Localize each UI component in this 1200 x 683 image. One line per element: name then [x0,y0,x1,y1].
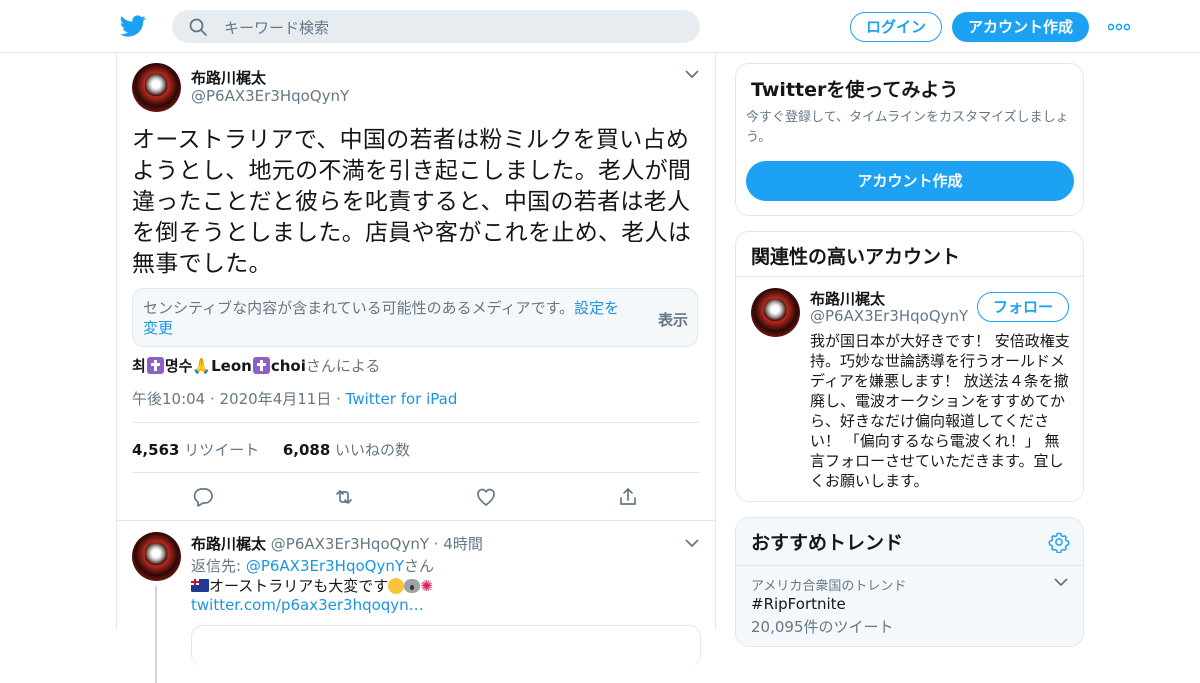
search-icon [189,18,207,36]
media-credit: 최 명수🙏Leon choiさんによる [132,355,380,376]
avatar[interactable] [132,63,181,112]
divider [117,520,715,521]
related-card-title: 関連性の高いアカウント [751,246,961,268]
retweet-icon[interactable] [333,486,355,508]
related-account-bio: 我が国日本が大好きです！ 安倍政権支持。巧妙な世論誘導を行うオールドメディアを嫌… [810,332,1070,490]
related-account-handle[interactable]: @P6AX3Er3HqoQynY [810,307,968,325]
australia-flag-icon [191,579,209,592]
like-label[interactable]: いいねの数 [335,441,410,459]
trend-context: アメリカ合衆国のトレンド [751,579,907,594]
credit-name-part[interactable]: choi [271,357,306,375]
related-accounts-card: 関連性の高いアカウント 布路川梶太 @P6AX3Er3HqoQynY フォロー … [735,231,1084,502]
reply-author-name[interactable]: 布路川梶太 [191,535,266,553]
sensitive-media-notice: センシティブな内容が含まれている可能性のあるメディアです。設定を変更 表示 [132,288,698,347]
avatar[interactable] [132,532,181,581]
author-handle[interactable]: @P6AX3Er3HqoQynY [191,87,349,105]
divider [736,565,1083,566]
credit-name-part[interactable]: 최 [132,357,146,375]
create-account-button[interactable]: アカウント作成 [746,161,1074,201]
credit-name-part[interactable]: Leon [211,357,252,375]
reply-to-handle[interactable]: @P6AX3Er3HqoQynY [246,557,404,575]
divider [736,276,1083,277]
media-card[interactable] [191,625,701,666]
avatar[interactable] [751,288,800,337]
trend-name[interactable]: #RipFortnite [751,595,846,613]
divider [132,472,700,473]
search-bar[interactable] [172,10,700,45]
like-count[interactable]: 6,088 [283,441,330,459]
reply-link[interactable]: twitter.com/p6ax3er3hqoqyn… [191,596,424,614]
signup-card-subtitle: 今すぐ登録して、タイムラインをカスタマイズしましょう。 [746,110,1069,145]
reply-body: オーストラリアも大変です [209,577,389,595]
author-name[interactable]: 布路川梶太 [191,67,266,88]
cross-emoji-icon [252,357,270,374]
more-icon[interactable] [1108,23,1130,31]
praying-hands-emoji-icon: 🙏 [192,357,212,375]
client-link[interactable]: Twitter for iPad [346,390,458,408]
like-icon[interactable] [475,486,497,508]
credit-suffix: さんによる [305,357,381,375]
top-bar: ログイン アカウント作成 [0,0,1200,53]
tweet-stats: 4,563 リツイート 6,088 いいねの数 [132,439,410,460]
koala-emoji-icon [404,579,421,593]
related-account-name[interactable]: 布路川梶太 [810,288,885,309]
show-media-button[interactable]: 表示 [658,309,688,330]
timestamp[interactable]: 午後10:04 · 2020年4月11日 [132,390,331,408]
reply-to-prefix: 返信先: [191,557,246,575]
chevron-down-icon[interactable] [685,70,699,79]
reply-time[interactable]: · 4時間 [429,535,483,553]
trend-count: 20,095件のツイート [751,618,894,636]
login-button[interactable]: ログイン [850,12,942,42]
tweet-text: オーストラリアで、中国の若者は粉ミルクを買い占めようとし、地元の不満を引き起こし… [132,127,692,277]
reply-to-line: 返信先: @P6AX3Er3HqoQynYさん [191,555,434,576]
follow-button[interactable]: フォロー [977,292,1069,322]
reply-icon[interactable] [192,486,214,508]
reply-author-handle[interactable]: @P6AX3Er3HqoQynY [271,535,429,553]
trends-card: おすすめトレンド アメリカ合衆国のトレンド #RipFortnite 20,09… [735,517,1084,647]
search-input[interactable] [222,10,686,45]
reply-text: オーストラリアも大変です ✺ [191,575,433,596]
tweet-column: 布路川梶太 @P6AX3Er3HqoQynY オーストラリアで、中国の若者は粉ミ… [116,53,716,683]
worried-face-emoji-icon [388,578,405,594]
meta-separator: · [331,390,346,408]
signup-card-title: Twitterを使ってみよう [751,79,959,101]
gear-icon[interactable] [1048,531,1070,553]
signup-card: Twitterを使ってみよう 今すぐ登録して、タイムラインをカスタマイズしましょ… [735,63,1084,216]
reply-to-suffix: さん [404,557,435,575]
divider [132,422,700,423]
tweet-meta: 午後10:04 · 2020年4月11日 · Twitter for iPad [132,388,457,409]
chevron-down-icon[interactable] [1054,578,1068,587]
signup-button[interactable]: アカウント作成 [952,12,1089,42]
thread-line [155,586,157,683]
sensitive-text: センシティブな内容が含まれている可能性のあるメディアです。 [143,299,575,317]
retweet-label[interactable]: リツイート [184,441,259,459]
retweet-count[interactable]: 4,563 [132,441,179,459]
anger-emoji-icon: ✺ [420,577,433,595]
sensitive-media-text: センシティブな内容が含まれている可能性のあるメディアです。設定を変更 [143,298,633,338]
chevron-down-icon[interactable] [685,539,699,548]
share-icon[interactable] [617,486,639,508]
trends-card-title: おすすめトレンド [751,532,904,554]
reply-header: 布路川梶太 @P6AX3Er3HqoQynY · 4時間 [191,533,483,554]
twitter-bird-icon[interactable] [120,14,146,38]
cross-emoji-icon [146,357,164,374]
credit-name-part[interactable]: 명수 [165,357,193,375]
